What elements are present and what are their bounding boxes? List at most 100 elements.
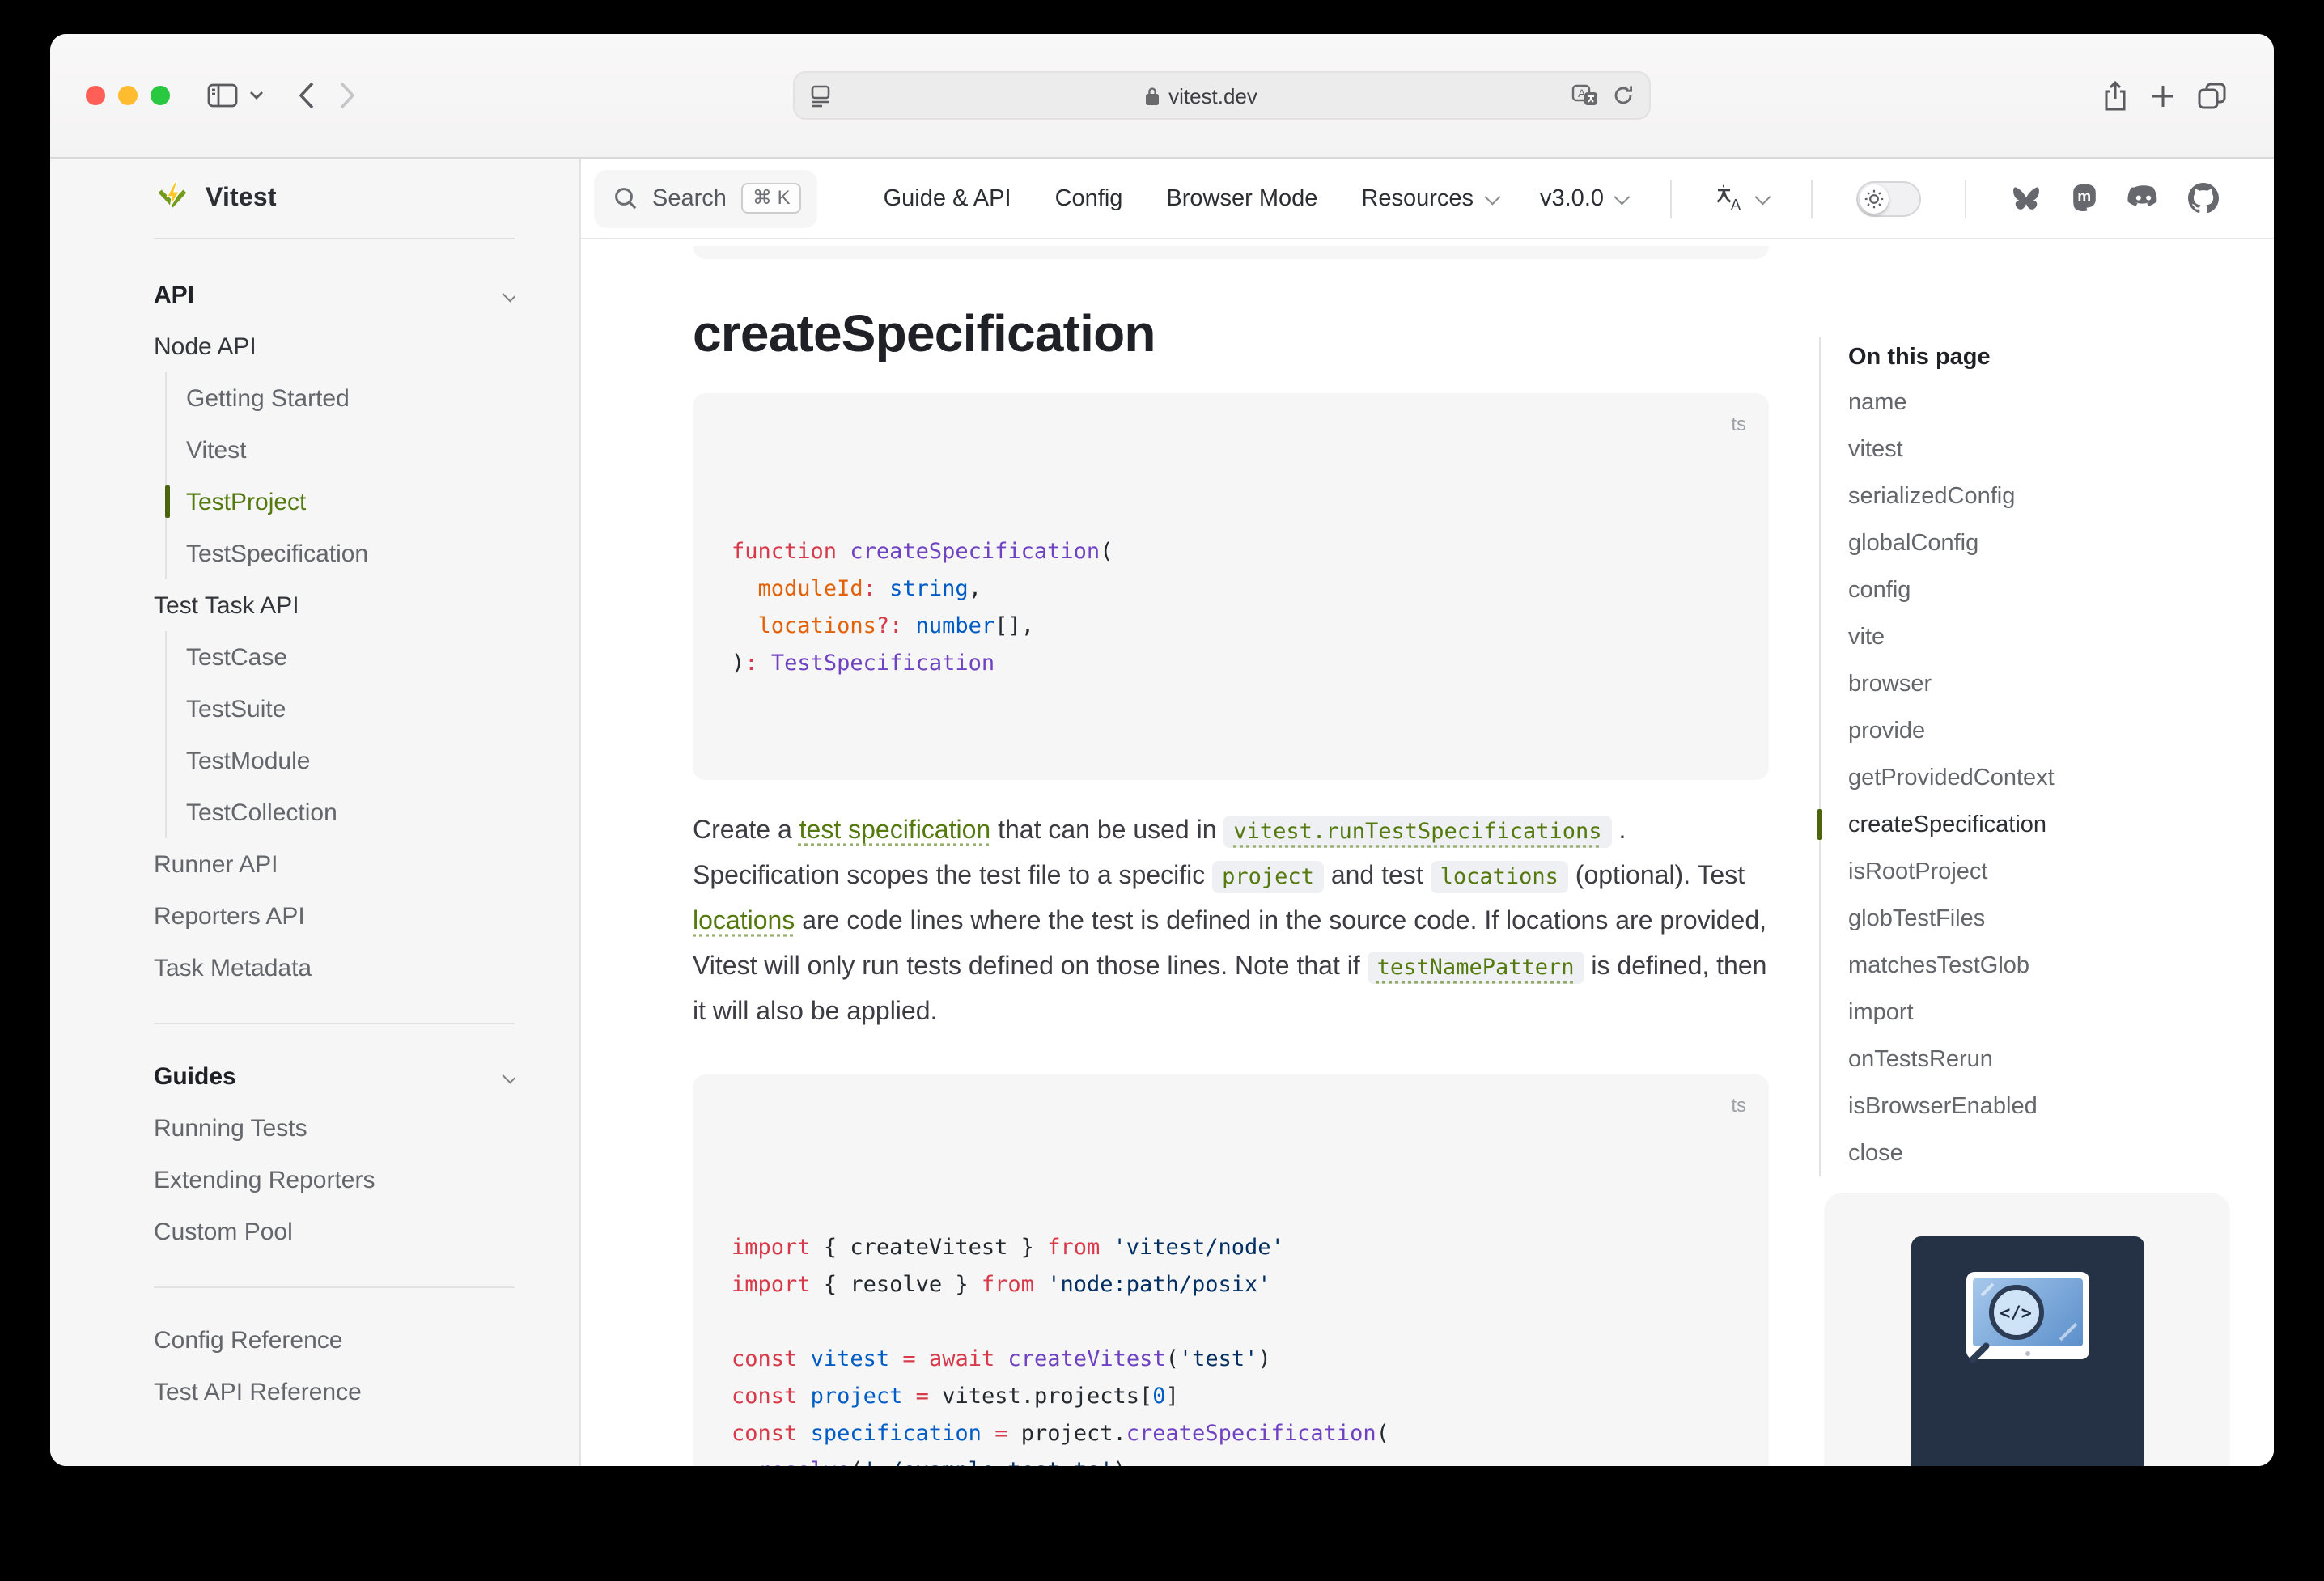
- code-block-signature: ts function createSpecification( moduleI…: [693, 393, 1769, 780]
- code-link-testnamepattern[interactable]: testNamePattern: [1368, 953, 1584, 981]
- code-line: const project = vitest.projects[0]: [732, 1379, 1730, 1416]
- github-icon[interactable]: [2188, 183, 2219, 214]
- chevron-down-icon: [1614, 189, 1631, 206]
- url-zone: vitest.dev A: [367, 71, 2075, 120]
- sidebar-item-test-api-reference[interactable]: Test API Reference: [154, 1366, 515, 1418]
- code-line: locations?: number[],: [732, 608, 1730, 646]
- toolbar-right: [2091, 80, 2238, 111]
- reader-icon[interactable]: [808, 83, 831, 108]
- sidebar-item-task-metadata[interactable]: Task Metadata: [154, 942, 515, 994]
- reload-icon[interactable]: [1611, 84, 1634, 107]
- tabs-overview-icon[interactable]: [2198, 82, 2227, 109]
- sidebar-item-testsuite[interactable]: TestSuite: [186, 683, 515, 735]
- code-search-ad-image: </>: [1911, 1236, 2144, 1466]
- sidebar-item-reporters-api[interactable]: Reporters API: [154, 890, 515, 942]
- search-button[interactable]: Search ⌘ K: [594, 169, 818, 227]
- nav-link-label: Guide & API: [884, 185, 1011, 211]
- sidebar-item-vitest[interactable]: Vitest: [186, 424, 515, 476]
- sidebar-toggle-icon[interactable]: [207, 83, 238, 108]
- search-shortcut: ⌘ K: [741, 183, 802, 214]
- sidebar-item-testproject[interactable]: TestProject: [186, 476, 515, 528]
- link-locations[interactable]: locations: [693, 908, 795, 935]
- toc-item-vitest[interactable]: vitest: [1848, 426, 2230, 473]
- sidebar-group-api[interactable]: API: [154, 269, 515, 320]
- text-run: (optional). Test: [1568, 863, 1745, 890]
- nav-link-resources[interactable]: Resources: [1361, 185, 1496, 211]
- toc-item-ontestsrerun[interactable]: onTestsRerun: [1848, 1036, 2230, 1083]
- doc-sidebar: Vitest APINode APIGetting StartedVitestT…: [50, 159, 581, 1466]
- toc-item-serializedconfig[interactable]: serializedConfig: [1848, 473, 2230, 519]
- screenshot-stage: vitest.dev A: [0, 0, 2324, 1581]
- discord-icon[interactable]: [2127, 184, 2161, 212]
- nav-link-config[interactable]: Config: [1055, 185, 1123, 211]
- forward-icon: [338, 81, 356, 110]
- toc-item-name[interactable]: name: [1848, 379, 2230, 426]
- minimize-button[interactable]: [118, 86, 138, 105]
- sidebar-item-node-api[interactable]: Node API: [154, 320, 515, 372]
- sidebar-item-extending-reporters[interactable]: Extending Reporters: [154, 1154, 515, 1206]
- sidebar-subgroup: TestCaseTestSuiteTestModuleTestCollectio…: [165, 631, 515, 838]
- logo-row[interactable]: Vitest: [154, 159, 515, 239]
- toc-item-config[interactable]: config: [1848, 566, 2230, 613]
- translate-badge-icon[interactable]: A: [1571, 84, 1598, 107]
- sidebar-item-testmodule[interactable]: TestModule: [186, 735, 515, 786]
- sidebar-item-custom-pool[interactable]: Custom Pool: [154, 1206, 515, 1257]
- traffic-lights: [86, 86, 170, 105]
- sidebar-item-test-task-api[interactable]: Test Task API: [154, 579, 515, 631]
- inline-code-testnamepattern: testNamePattern: [1368, 952, 1584, 984]
- toc-item-createspecification[interactable]: createSpecification: [1848, 801, 2230, 848]
- mastodon-icon[interactable]: m: [2070, 183, 2099, 214]
- new-tab-icon[interactable]: [2151, 83, 2175, 108]
- nav-divider: [1811, 179, 1813, 218]
- sidebar-item-runner-api[interactable]: Runner API: [154, 838, 515, 890]
- inline-code-locations: locations: [1431, 861, 1568, 893]
- code-link-vitest-runtestspecifications[interactable]: vitest.runTestSpecifications: [1223, 817, 1611, 845]
- toc-item-globalconfig[interactable]: globalConfig: [1848, 519, 2230, 566]
- toc-item-close[interactable]: close: [1848, 1130, 2230, 1176]
- close-button[interactable]: [86, 86, 105, 105]
- share-icon[interactable]: [2102, 80, 2128, 111]
- sidebar-group-guides[interactable]: Guides: [154, 1050, 515, 1102]
- toc-item-browser[interactable]: browser: [1848, 660, 2230, 707]
- nav-link-browser-mode[interactable]: Browser Mode: [1166, 185, 1317, 211]
- url-text: vitest.dev: [1168, 83, 1257, 108]
- link-test-specification[interactable]: test specification: [799, 817, 991, 845]
- toc-item-matchestestglob[interactable]: matchesTestGlob: [1848, 942, 2230, 989]
- sidebar-item-testspecification[interactable]: TestSpecification: [186, 528, 515, 579]
- toc-item-vite[interactable]: vite: [1848, 613, 2230, 660]
- zoom-button[interactable]: [151, 86, 170, 105]
- back-icon[interactable]: [298, 81, 316, 110]
- language-menu[interactable]: A: [1715, 184, 1767, 212]
- sidebar-item-running-tests[interactable]: Running Tests: [154, 1102, 515, 1154]
- sidebar-item-config-reference[interactable]: Config Reference: [154, 1314, 515, 1366]
- nav-link-guide-api[interactable]: Guide & API: [884, 185, 1011, 211]
- bluesky-icon[interactable]: [2010, 184, 2042, 213]
- code-line: const specification = project.createSpec…: [732, 1416, 1730, 1453]
- sidebar-group-label: Guides: [154, 1062, 236, 1090]
- sidebar-divider: [154, 1286, 515, 1288]
- toc-item-globtestfiles[interactable]: globTestFiles: [1848, 895, 2230, 942]
- outline-aside: On this page namevitestserializedConfigg…: [1819, 239, 2274, 1466]
- toc-item-getprovidedcontext[interactable]: getProvidedContext: [1848, 754, 2230, 801]
- sidebar-item-testcase[interactable]: TestCase: [186, 631, 515, 683]
- code-line: const vitest = await createVitest('test'…: [732, 1342, 1730, 1379]
- sidebar-group-label: API: [154, 281, 194, 308]
- sponsor-card[interactable]: </>: [1824, 1193, 2230, 1466]
- code-line: [732, 1304, 1730, 1342]
- theme-toggle[interactable]: [1856, 180, 1921, 216]
- svg-text:m: m: [2077, 189, 2091, 206]
- tab-chevron-icon[interactable]: [249, 91, 264, 100]
- logo-text: Vitest: [206, 184, 277, 213]
- toc-item-isbrowserenabled[interactable]: isBrowserEnabled: [1848, 1083, 2230, 1130]
- chevron-down-icon: [503, 286, 515, 302]
- nav-link-v3-0-0[interactable]: v3.0.0: [1540, 185, 1626, 211]
- toc-item-isrootproject[interactable]: isRootProject: [1848, 848, 2230, 895]
- toc-item-provide[interactable]: provide: [1848, 707, 2230, 754]
- toc-item-import[interactable]: import: [1848, 989, 2230, 1036]
- chevron-down-icon: [1484, 189, 1500, 206]
- nav-link-label: v3.0.0: [1540, 185, 1604, 211]
- address-bar[interactable]: vitest.dev A: [792, 71, 1650, 120]
- code-line: resolve('./example.test.ts'),: [732, 1453, 1730, 1466]
- sidebar-item-getting-started[interactable]: Getting Started: [186, 372, 515, 424]
- sidebar-item-testcollection[interactable]: TestCollection: [186, 786, 515, 838]
